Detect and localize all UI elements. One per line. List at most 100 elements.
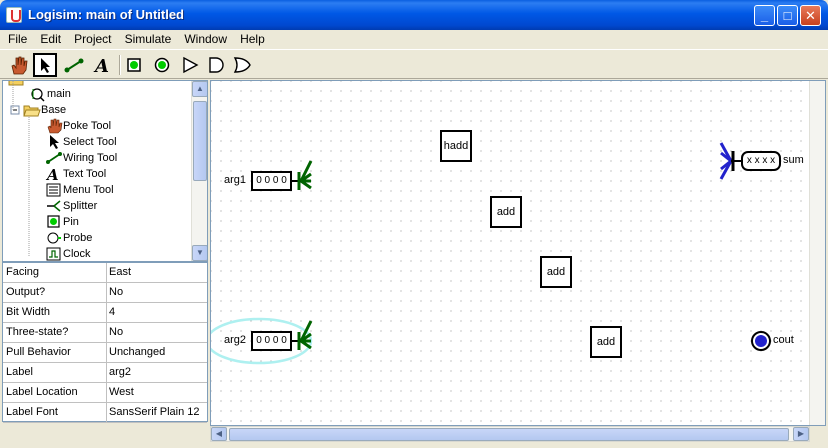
maximize-button[interactable]: □ — [777, 5, 798, 26]
poke-tool-button[interactable] — [6, 53, 30, 77]
arg2-label: arg2 — [224, 334, 247, 346]
arg1-input-pin[interactable]: 0 0 0 0 — [251, 171, 292, 191]
add-or-gate-button[interactable] — [230, 53, 254, 77]
add-and-gate-button[interactable] — [204, 53, 228, 77]
tree-item-label: main — [47, 88, 71, 100]
tree-item-probe[interactable]: Probe — [45, 230, 92, 246]
wire-icon — [64, 58, 84, 73]
tree-item-splitter[interactable]: Splitter — [45, 198, 97, 214]
title-bar: Logisim: main of Untitled _ □ ✕ — [0, 0, 828, 30]
menu-file[interactable]: File — [3, 30, 32, 50]
close-button[interactable]: ✕ — [800, 5, 821, 26]
sum-splitter — [719, 142, 741, 180]
tree-item-wiring-tool[interactable]: Wiring Tool — [45, 150, 117, 166]
window-title: Logisim: main of Untitled — [28, 7, 184, 22]
tree-item-label: Probe — [63, 232, 93, 244]
and-gate-icon — [209, 57, 224, 73]
attribute-row[interactable]: Bit Width 4 — [3, 303, 207, 323]
text-icon: A — [93, 56, 109, 77]
menu-project[interactable]: Project — [69, 30, 116, 50]
adder-notches — [451, 131, 611, 333]
tree-item-label: Pin — [63, 216, 79, 228]
add-output-pin-button[interactable] — [150, 53, 174, 77]
attribute-row[interactable]: Three-state? No — [3, 323, 207, 343]
splitter-icon — [45, 198, 63, 214]
tree-item-menu-tool[interactable]: Menu Tool — [45, 182, 114, 198]
tree-item-poke-tool[interactable]: Poke Tool — [45, 118, 111, 134]
tree-item-text-tool[interactable]: A Text Tool — [45, 166, 107, 184]
sum-output-pin[interactable]: x x x x — [741, 151, 781, 171]
scroll-right-button[interactable]: ▶ — [793, 427, 809, 441]
attribute-row[interactable]: Output? No — [3, 283, 207, 303]
menu-help[interactable]: Help — [235, 30, 270, 50]
scroll-left-button[interactable]: ◀ — [211, 427, 227, 441]
svg-text:A: A — [93, 56, 109, 77]
arg2-input-pin[interactable]: 0 0 0 0 — [251, 331, 292, 351]
cout-label: cout — [773, 334, 794, 346]
tree-item-label: Poke Tool — [63, 120, 112, 132]
arg1-label: arg1 — [224, 174, 247, 186]
attribute-row[interactable]: Pull Behavior Unchanged — [3, 343, 207, 363]
full-adder-3[interactable]: add — [590, 326, 622, 358]
toolbar: A — [0, 51, 828, 79]
tree-item-label: Text Tool — [63, 168, 107, 180]
attribute-row[interactable]: Facing East — [3, 263, 207, 283]
or-gate-icon — [233, 57, 251, 73]
tree-item-label: Select Tool — [63, 136, 117, 148]
toolbar-separator — [119, 55, 121, 75]
add-input-pin-button[interactable] — [122, 53, 146, 77]
menu-edit[interactable]: Edit — [35, 30, 66, 50]
tree-item-select-tool[interactable]: Select Tool — [45, 134, 117, 150]
attribute-row[interactable]: Label Font SansSerif Plain 12 — [3, 403, 207, 423]
canvas-overlay — [211, 131, 771, 365]
text-icon: A — [45, 166, 63, 184]
scroll-up-button[interactable]: ▲ — [192, 81, 207, 97]
arg1-splitter — [291, 160, 313, 190]
tree-item-label: Wiring Tool — [63, 152, 118, 164]
circuit-canvas[interactable]: arg1 0 0 0 0 arg2 0 0 0 0 hadd add add a… — [210, 80, 826, 426]
canvas-horizontal-scrollbar[interactable]: ◀ ▶ — [210, 426, 810, 442]
java-app-icon — [6, 7, 22, 23]
cout-output-pin — [751, 331, 771, 351]
tree-guide-lines — [12, 81, 30, 256]
add-buffer-button[interactable] — [178, 53, 202, 77]
arrow-icon — [41, 58, 50, 73]
menu-simulate[interactable]: Simulate — [120, 30, 177, 50]
arrow-icon — [45, 134, 63, 150]
full-adder-2[interactable]: add — [540, 256, 572, 288]
svg-text:A: A — [45, 166, 59, 182]
wiring-tool-button[interactable] — [62, 53, 86, 77]
tree-item-label: Menu Tool — [63, 184, 114, 196]
probe-icon — [45, 230, 63, 246]
clock-icon — [45, 246, 63, 261]
tree-item-label: Base — [41, 104, 67, 116]
minimize-button[interactable]: _ — [754, 5, 775, 26]
output-pin-icon — [154, 57, 170, 73]
tree-item-pin[interactable]: Pin — [45, 214, 79, 230]
horizontal-scroll-thumb[interactable] — [229, 428, 789, 441]
hand-icon — [45, 118, 63, 134]
buffer-icon — [183, 56, 199, 74]
tree-item-label: Splitter — [63, 200, 98, 212]
menu-window[interactable]: Window — [179, 30, 232, 50]
text-tool-button[interactable]: A — [90, 53, 114, 77]
attribute-row[interactable]: Label Location West — [3, 383, 207, 403]
menu-icon — [45, 182, 63, 198]
window-bottom-edge — [0, 442, 828, 448]
select-tool-button[interactable] — [33, 53, 57, 77]
explorer-tree: main Base Poke Tool Select Tool Wiring T… — [2, 80, 208, 262]
scroll-thumb[interactable] — [193, 101, 207, 181]
explorer-vertical-scrollbar[interactable]: ▲ ▼ — [191, 81, 207, 261]
canvas-vertical-scrollbar[interactable] — [809, 81, 825, 425]
menu-bar: File Edit Project Simulate Window Help — [0, 30, 828, 50]
sum-label: sum — [783, 154, 804, 166]
attribute-row[interactable]: Label arg2 — [3, 363, 207, 383]
full-adder-1[interactable]: add — [490, 196, 522, 228]
scroll-down-button[interactable]: ▼ — [192, 245, 207, 261]
tree-item-clock[interactable]: Clock — [45, 246, 91, 261]
wire-icon — [45, 150, 63, 166]
adder-port-markers — [440, 142, 622, 344]
attribute-table: Facing East Output? No Bit Width 4 Three-st… — [2, 262, 208, 423]
half-adder[interactable]: hadd — [440, 130, 472, 162]
tree-item-label: Clock — [63, 248, 91, 260]
